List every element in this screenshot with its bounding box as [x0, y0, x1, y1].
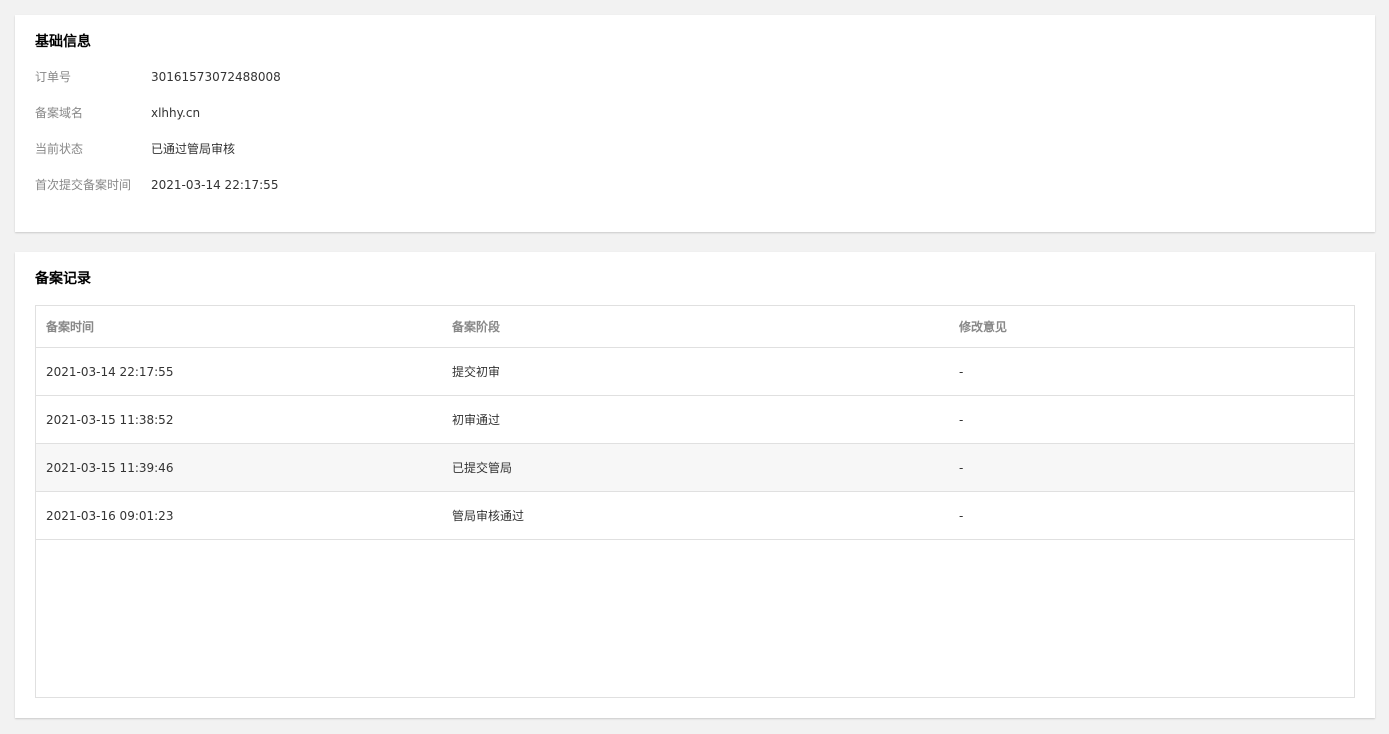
- records-card: 备案记录 备案时间 备案阶段 修改意见 2021-03-14 22:17:55 …: [15, 252, 1375, 718]
- basic-info-title: 基础信息: [35, 34, 91, 50]
- first-submit-time-value: 2021-03-14 22:17:55: [151, 178, 279, 192]
- records-title: 备案记录: [35, 271, 91, 287]
- cell-time: 2021-03-16 09:01:23: [36, 491, 442, 540]
- cell-comment: -: [949, 347, 1354, 396]
- basic-info-card: 基础信息 订单号 30161573072488008 备案域名 xlhhy.cn…: [15, 15, 1375, 232]
- cell-comment: -: [949, 443, 1354, 492]
- table-header-row: 备案时间 备案阶段 修改意见: [36, 306, 1354, 348]
- order-number-value: 30161573072488008: [151, 70, 281, 84]
- cell-comment: -: [949, 491, 1354, 540]
- cell-comment: -: [949, 395, 1354, 444]
- cell-stage: 初审通过: [442, 395, 949, 444]
- status-value: 已通过管局审核: [151, 142, 236, 156]
- column-header-stage: 备案阶段: [442, 306, 949, 348]
- cell-time: 2021-03-14 22:17:55: [36, 347, 442, 396]
- cell-time: 2021-03-15 11:38:52: [36, 395, 442, 444]
- records-table: 备案时间 备案阶段 修改意见 2021-03-14 22:17:55 提交初审 …: [36, 306, 1354, 540]
- column-header-comment: 修改意见: [949, 306, 1354, 348]
- table-row: 2021-03-15 11:39:46 已提交管局 -: [36, 443, 1354, 492]
- cell-time: 2021-03-15 11:39:46: [36, 443, 442, 492]
- table-row: 2021-03-15 11:38:52 初审通过 -: [36, 395, 1354, 444]
- cell-stage: 已提交管局: [442, 443, 949, 492]
- domain-label: 备案域名: [35, 106, 84, 120]
- first-submit-time-label: 首次提交备案时间: [35, 178, 132, 192]
- table-row: 2021-03-16 09:01:23 管局审核通过 -: [36, 491, 1354, 540]
- column-header-time: 备案时间: [36, 306, 442, 348]
- cell-stage: 提交初审: [442, 347, 949, 396]
- table-row: 2021-03-14 22:17:55 提交初审 -: [36, 347, 1354, 396]
- status-label: 当前状态: [35, 142, 84, 156]
- cell-stage: 管局审核通过: [442, 491, 949, 540]
- order-number-label: 订单号: [35, 70, 72, 84]
- records-table-container: 备案时间 备案阶段 修改意见 2021-03-14 22:17:55 提交初审 …: [35, 305, 1355, 698]
- domain-value: xlhhy.cn: [151, 106, 201, 120]
